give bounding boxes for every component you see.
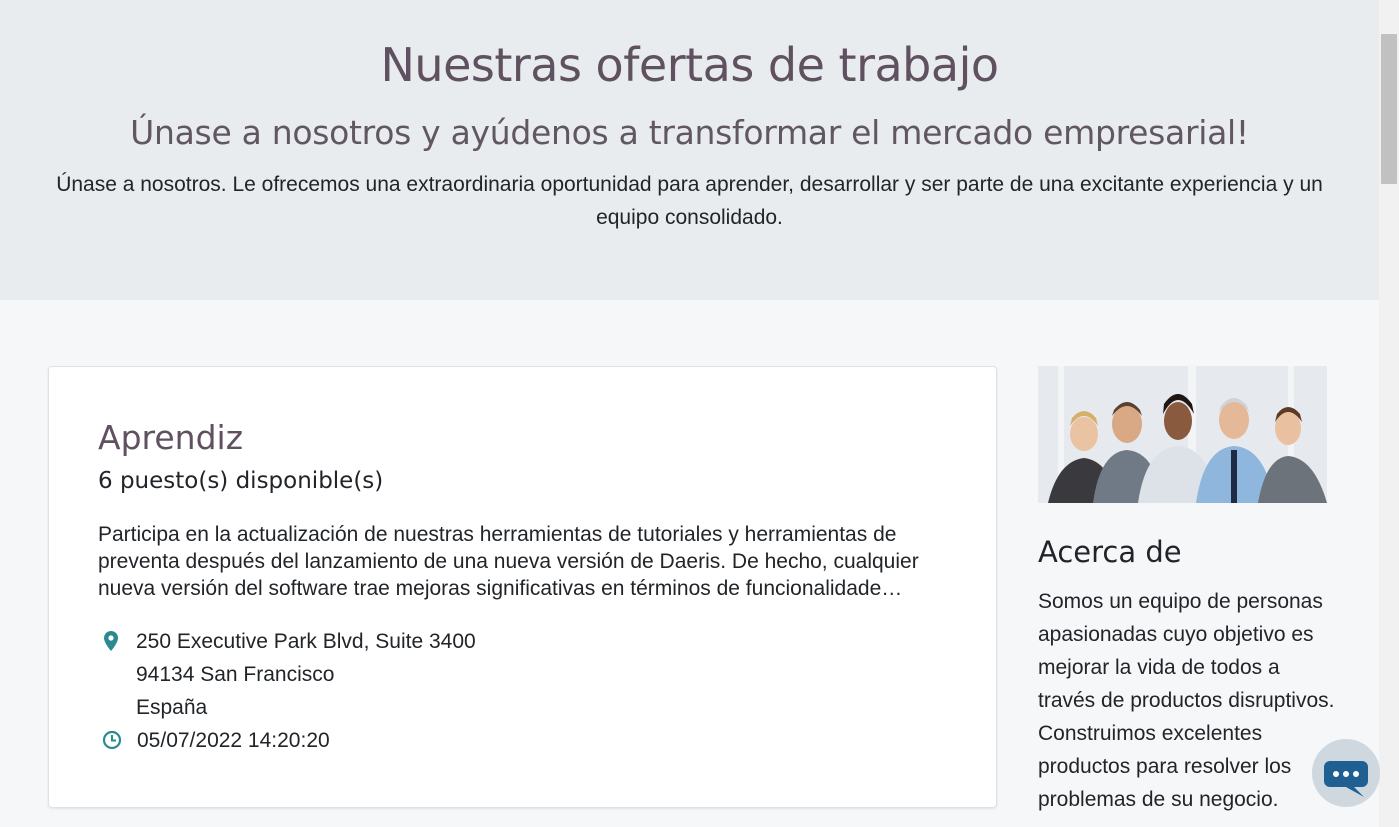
about-title: Acerca de	[1038, 535, 1182, 569]
scrollbar-thumb[interactable]	[1381, 34, 1397, 184]
map-marker-icon	[104, 631, 118, 651]
address-line-3: España	[136, 696, 208, 719]
page-subtitle: Únase a nosotros y ayúdenos a transforma…	[130, 113, 1249, 152]
job-description: Participa en la actualización de nuestra…	[98, 523, 919, 600]
job-openings: 6 puesto(s) disponible(s)	[98, 468, 384, 494]
hero-banner: Nuestras ofertas de trabajo Únase a noso…	[0, 0, 1379, 300]
address-line-1: 250 Executive Park Blvd, Suite 3400	[136, 630, 476, 653]
team-photo	[1038, 366, 1327, 503]
job-date: 05/07/2022 14:20:20	[137, 729, 330, 752]
about-text: Somos un equipo de personas apasionadas …	[1038, 590, 1335, 811]
job-address: 250 Executive Park Blvd, Suite 3400 9413…	[136, 625, 476, 724]
job-title[interactable]: Aprendiz	[98, 418, 243, 457]
job-card[interactable]: Aprendiz 6 puesto(s) disponible(s) Parti…	[48, 366, 997, 808]
page-title: Nuestras ofertas de trabajo	[380, 38, 1000, 92]
clock-icon	[102, 730, 122, 750]
chat-bubble-icon	[1324, 761, 1368, 797]
chat-button[interactable]	[1312, 739, 1380, 807]
hero-text: Únase a nosotros. Le ofrecemos una extra…	[56, 173, 1323, 229]
address-line-2: 94134 San Francisco	[136, 663, 335, 686]
